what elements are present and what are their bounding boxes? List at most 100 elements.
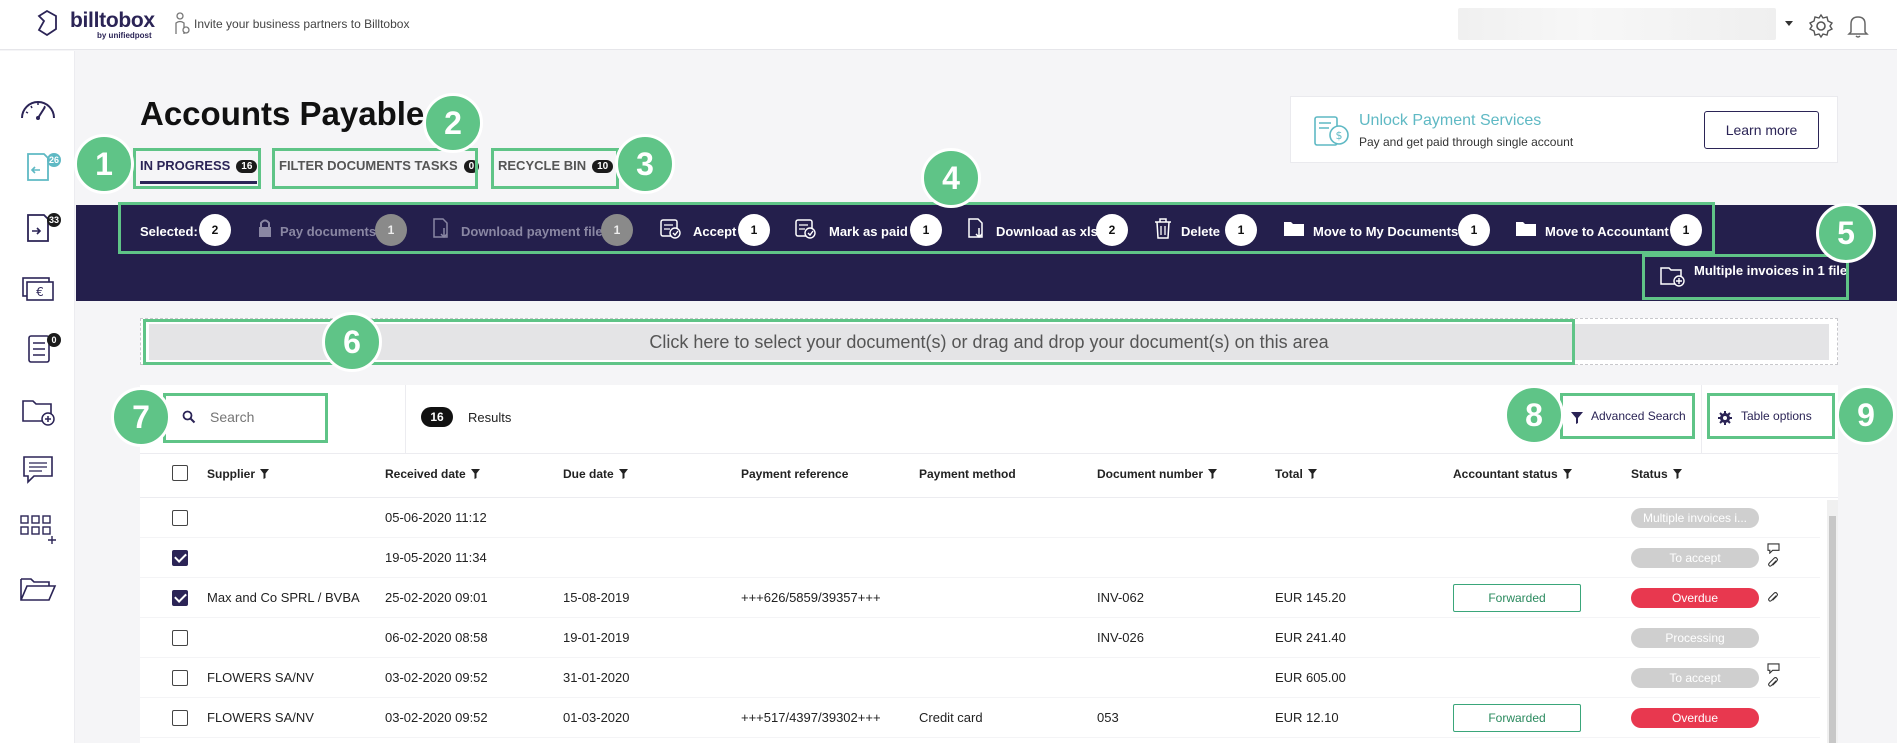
row-checkbox[interactable] bbox=[172, 670, 188, 686]
column-accountant-status[interactable]: Accountant status bbox=[1453, 467, 1572, 481]
cell-payment-reference: +++517/4397/39302+++ bbox=[741, 710, 881, 725]
tab-in-progress[interactable]: IN PROGRESS 16 bbox=[140, 158, 258, 184]
accept-icon bbox=[660, 219, 681, 239]
cell-document-number: INV-062 bbox=[1097, 590, 1144, 605]
cell-due-date: 01-03-2020 bbox=[563, 710, 630, 725]
column-filter-icon[interactable] bbox=[618, 469, 628, 479]
cell-document-number: 053 bbox=[1097, 710, 1119, 725]
page-title: Accounts Payable bbox=[140, 95, 425, 132]
billtobox-logo-icon[interactable] bbox=[36, 10, 58, 36]
column-total[interactable]: Total bbox=[1275, 467, 1317, 481]
move-to-accountant-button[interactable]: Move to Accountant bbox=[1545, 224, 1669, 244]
comment-icon[interactable] bbox=[1767, 663, 1780, 674]
cell-total: EUR 145.20 bbox=[1275, 590, 1346, 605]
column-filter-icon[interactable] bbox=[1672, 469, 1682, 479]
annotation-marker: 8 bbox=[1504, 385, 1564, 445]
status-badge: Multiple invoices i... bbox=[1631, 508, 1759, 528]
column-status[interactable]: Status bbox=[1631, 467, 1682, 481]
accountant-status-badge: Forwarded bbox=[1453, 584, 1581, 612]
cell-due-date: 15-08-2019 bbox=[563, 590, 630, 605]
table-scrollbar-thumb[interactable] bbox=[1829, 516, 1836, 743]
selected-count-badge: 2 bbox=[199, 214, 231, 246]
delete-button[interactable]: Delete bbox=[1181, 224, 1220, 244]
download-as-xls-count: 2 bbox=[1096, 214, 1128, 246]
attachment-paperclip-icon[interactable] bbox=[1768, 677, 1779, 688]
advanced-search-button[interactable]: Advanced Search bbox=[1591, 409, 1686, 423]
download-file-icon bbox=[433, 218, 448, 239]
mark-as-paid-button[interactable]: Mark as paid bbox=[829, 224, 908, 244]
pay-documents-button[interactable]: Pay documents bbox=[280, 224, 376, 244]
column-due-date[interactable]: Due date bbox=[563, 467, 628, 481]
attachment-paperclip-icon[interactable] bbox=[1768, 592, 1779, 603]
status-badge: Overdue bbox=[1631, 588, 1759, 608]
cell-supplier: FLOWERS SA/NV bbox=[207, 670, 314, 685]
accept-button[interactable]: Accept bbox=[693, 224, 736, 244]
learn-more-button[interactable]: Learn more bbox=[1704, 111, 1819, 149]
download-payment-file-button[interactable]: Download payment file bbox=[461, 224, 603, 244]
promo-title[interactable]: Unlock Payment Services bbox=[1359, 112, 1541, 130]
folder-add-icon[interactable] bbox=[18, 393, 58, 427]
cell-payment-reference: +++626/5859/39357+++ bbox=[741, 590, 881, 605]
multiple-invoices-in-one-file-button[interactable]: Multiple invoices in 1 file bbox=[1694, 263, 1847, 278]
column-supplier[interactable]: Supplier bbox=[207, 467, 270, 481]
status-badge: To accept bbox=[1631, 548, 1759, 568]
dashboard-gauge-icon[interactable] bbox=[18, 92, 58, 126]
search-icon bbox=[182, 410, 196, 424]
logo-text[interactable]: billtobox bbox=[70, 9, 155, 33]
column-document-number[interactable]: Document number bbox=[1097, 467, 1218, 481]
cell-received-date: 03-02-2020 09:52 bbox=[385, 710, 488, 725]
tab-recycle-bin[interactable]: RECYCLE BIN 10 bbox=[498, 158, 614, 184]
column-filter-icon[interactable] bbox=[1208, 469, 1218, 479]
messages-chat-icon[interactable] bbox=[18, 452, 58, 486]
row-checkbox[interactable] bbox=[172, 510, 188, 526]
settings-gear-icon[interactable] bbox=[1808, 13, 1834, 39]
row-checkbox[interactable] bbox=[172, 550, 188, 566]
dropzone-text[interactable]: Click here to select your document(s) or… bbox=[149, 324, 1829, 360]
invite-partners-icon[interactable] bbox=[174, 12, 190, 36]
download-xls-icon bbox=[968, 218, 983, 239]
tab-label: IN PROGRESS bbox=[140, 158, 231, 173]
logo-subtitle: by unifiedpost bbox=[97, 31, 152, 40]
cell-supplier: Max and Co SPRL / BVBA bbox=[207, 590, 360, 605]
folder-icon bbox=[1284, 222, 1304, 236]
mark-as-paid-count: 1 bbox=[910, 214, 942, 246]
column-filter-icon[interactable] bbox=[1307, 469, 1317, 479]
move-to-my-documents-count: 1 bbox=[1458, 214, 1490, 246]
toolbar-divider bbox=[1701, 385, 1702, 453]
column-filter-icon[interactable] bbox=[260, 469, 270, 479]
attachment-paperclip-icon[interactable] bbox=[1768, 557, 1779, 568]
open-folder-icon[interactable] bbox=[18, 572, 58, 606]
row-checkbox[interactable] bbox=[172, 710, 188, 726]
payment-services-promo: $ Unlock Payment Services Pay and get pa… bbox=[1290, 96, 1838, 163]
annotation-marker: 9 bbox=[1836, 385, 1896, 445]
download-as-xls-button[interactable]: Download as xls bbox=[996, 224, 1098, 244]
top-bar: billtobox by unifiedpost Invite your bus… bbox=[0, 0, 1897, 50]
results-count-badge: 16 bbox=[421, 407, 453, 427]
comment-icon[interactable] bbox=[1767, 543, 1780, 554]
promo-subtitle: Pay and get paid through single account bbox=[1359, 135, 1574, 149]
select-all-checkbox[interactable] bbox=[172, 465, 188, 481]
move-to-my-documents-button[interactable]: Move to My Documents bbox=[1313, 224, 1458, 244]
tab-filter-documents-tasks[interactable]: FILTER DOCUMENTS TASKS 0 bbox=[279, 158, 480, 184]
row-checkbox[interactable] bbox=[172, 590, 188, 606]
apps-grid-icon[interactable] bbox=[18, 512, 58, 546]
invite-partners-link[interactable]: Invite your business partners to Billtob… bbox=[194, 17, 409, 31]
table-options-button[interactable]: Table options bbox=[1741, 409, 1812, 423]
document-dropzone[interactable]: Click here to select your document(s) or… bbox=[140, 318, 1838, 365]
annotation-marker: 6 bbox=[322, 312, 382, 372]
notifications-bell-icon[interactable] bbox=[1846, 13, 1870, 39]
company-selector[interactable] bbox=[1458, 8, 1776, 40]
tab-count-badge: 10 bbox=[592, 160, 614, 173]
search-input[interactable] bbox=[210, 406, 320, 428]
tab-label: FILTER DOCUMENTS TASKS bbox=[279, 158, 458, 173]
payments-euro-icon[interactable]: € bbox=[18, 272, 58, 306]
column-filter-icon[interactable] bbox=[470, 469, 480, 479]
payment-document-icon: $ bbox=[1314, 116, 1349, 146]
chevron-down-icon[interactable] bbox=[1785, 21, 1793, 26]
column-filter-icon[interactable] bbox=[1562, 469, 1572, 479]
annotation-marker: 2 bbox=[423, 93, 483, 153]
column-received-date[interactable]: Received date bbox=[385, 467, 480, 481]
row-checkbox[interactable] bbox=[172, 630, 188, 646]
trash-icon bbox=[1155, 218, 1171, 239]
outbox-count-badge: 33 bbox=[47, 213, 62, 227]
